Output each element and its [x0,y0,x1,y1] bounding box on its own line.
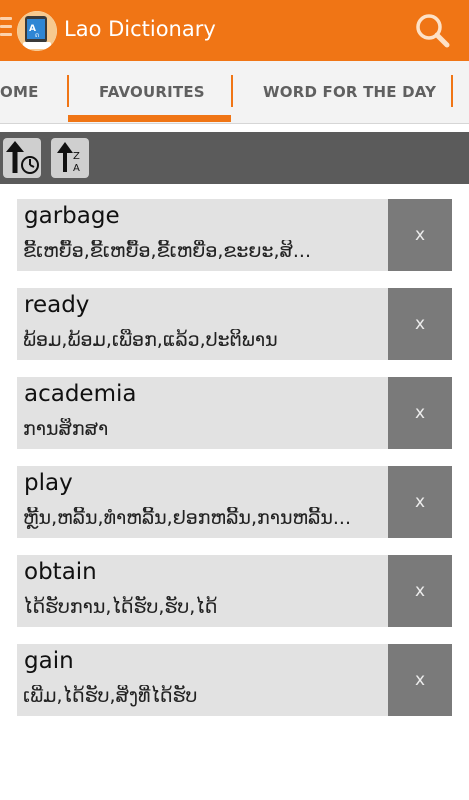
drawer-menu-icon[interactable] [0,17,12,41]
selected-tab-indicator [68,115,231,122]
tab-bar: OME FAVOURITES WORD FOR THE DAY [0,61,469,124]
tab-divider [451,75,453,107]
favourite-word: academia [24,381,137,407]
favourites-list: garbage ຂີ້ເຫຍື້ອ,ຂີ້ເຫຍື້ອ,ຂີ້ເຫຍື່ອ,ຂະຍ… [17,199,452,733]
favourite-item[interactable]: garbage ຂີ້ເຫຍື້ອ,ຂີ້ເຫຍື້ອ,ຂີ້ເຫຍື່ອ,ຂະຍ… [17,199,452,271]
remove-favourite-button[interactable]: x [388,377,452,449]
tab-favourites[interactable]: FAVOURITES [69,61,231,123]
favourite-translation: ຫຼີ້ນ,ຫລີ້ນ,ທຳຫລີ້ນ,ຢອກຫລີ້ນ,ການຫລີ້ນ... [23,507,352,529]
favourite-item[interactable]: gain ເພີ່ມ,ໄດ້ຮັບ,ສິ່ງທີ່ໄດ້ຮັບ x [17,644,452,716]
sort-by-time-icon [6,141,39,174]
favourite-translation: ເພີ່ມ,ໄດ້ຮັບ,ສິ່ງທີ່ໄດ້ຮັບ [23,685,198,707]
favourite-item[interactable]: play ຫຼີ້ນ,ຫລີ້ນ,ທຳຫລີ້ນ,ຢອກຫລີ້ນ,ການຫລີ້… [17,466,452,538]
favourite-word: gain [24,648,74,674]
favourite-item[interactable]: obtain ໄດ້ຮັບການ,ໄດ້ຮັບ,ຮັບ,ໄດ້ x [17,555,452,627]
remove-favourite-button[interactable]: x [388,466,452,538]
remove-favourite-button[interactable]: x [388,555,452,627]
svg-text:ດ: ດ [35,32,39,39]
sort-alpha-letter-a: A [73,163,80,174]
sort-by-time-button[interactable] [3,138,41,178]
remove-favourite-button[interactable]: x [388,199,452,271]
remove-favourite-button[interactable]: x [388,288,452,360]
favourite-translation: ການສຶກສາ [23,418,109,440]
favourite-translation: ໄດ້ຮັບການ,ໄດ້ຮັບ,ຮັບ,ໄດ້ [23,596,218,618]
search-icon[interactable] [409,10,453,50]
sort-alphabetical-icon: Z A [57,142,80,174]
tab-favourites-label: FAVOURITES [99,83,205,101]
remove-favourite-button[interactable]: x [388,644,452,716]
favourite-item[interactable]: ready ພ້ອມ,ພ້ອມ,ເພືອກ,ແລ້ວ,ປະຕິພານ x [17,288,452,360]
sort-alphabetical-button[interactable]: Z A [51,138,89,178]
app-bar: A ດ Lao Dictionary [0,0,469,61]
favourite-word: ready [24,292,90,318]
favourite-translation: ພ້ອມ,ພ້ອມ,ເພືອກ,ແລ້ວ,ປະຕິພານ [23,329,278,351]
app-title: Lao Dictionary [64,17,216,41]
favourite-word: garbage [24,203,120,229]
sort-toolbar: Z A [0,132,469,184]
favourite-word: play [24,470,73,496]
sort-alpha-letter-z: Z [73,151,80,162]
app-logo-icon[interactable]: A ດ [17,11,57,51]
tab-word-for-the-day[interactable]: WORD FOR THE DAY [233,61,449,123]
favourite-item[interactable]: academia ການສຶກສາ x [17,377,452,449]
favourite-word: obtain [24,559,97,585]
tab-word-for-the-day-label: WORD FOR THE DAY [263,83,437,101]
favourite-translation: ຂີ້ເຫຍື້ອ,ຂີ້ເຫຍື້ອ,ຂີ້ເຫຍື່ອ,ຂະຍະ,ສິ... [23,240,311,262]
tab-home[interactable]: OME [0,61,68,123]
tab-home-label: OME [0,83,39,101]
